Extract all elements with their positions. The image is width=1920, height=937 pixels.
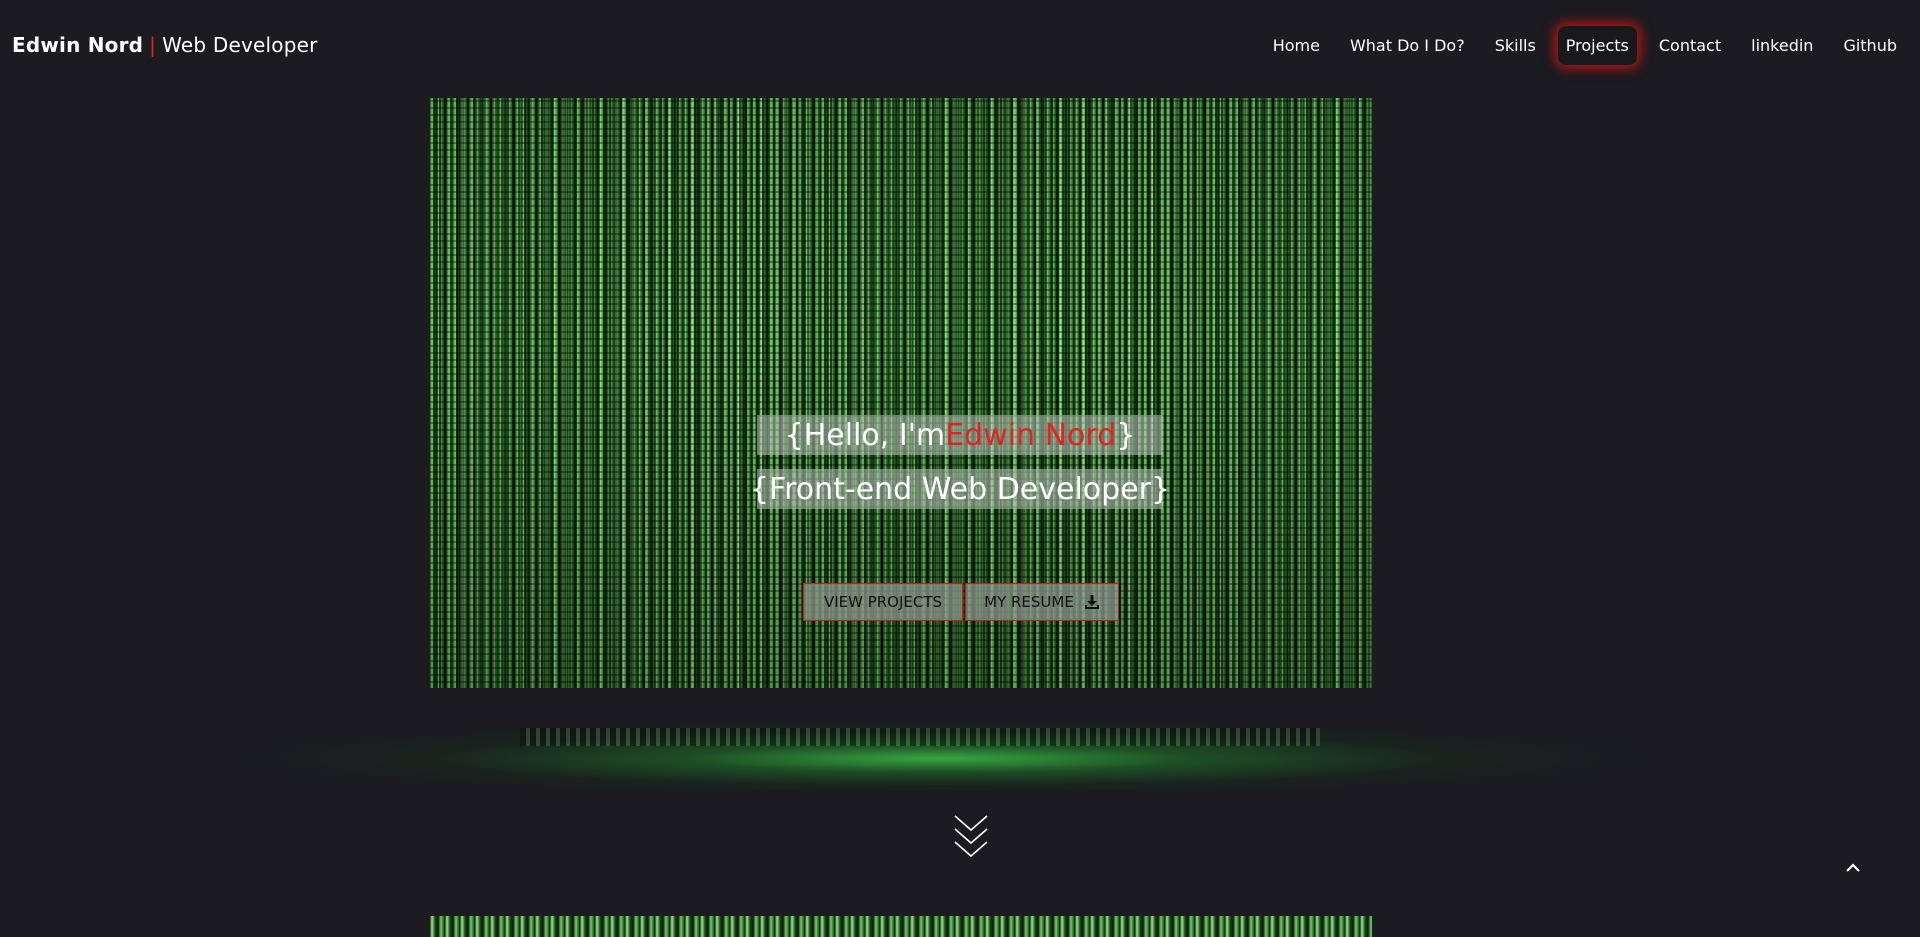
brand-name: Edwin Nord	[12, 33, 144, 57]
my-resume-label: MY RESUME	[984, 593, 1074, 611]
main-nav: Home What Do I Do? Skills Projects Conta…	[1258, 25, 1912, 65]
my-resume-button[interactable]: MY RESUME	[965, 583, 1119, 621]
nav-item-contact[interactable]: Contact	[1651, 26, 1729, 65]
view-projects-button[interactable]: VIEW PROJECTS	[803, 583, 963, 621]
greeting-prefix: {Hello, I'm	[784, 417, 946, 453]
hero-subtitle: {Front-end Web Developer}	[750, 469, 1170, 509]
nav-item-home[interactable]: Home	[1265, 26, 1328, 65]
nav-item-skills[interactable]: Skills	[1487, 26, 1544, 65]
next-section-preview	[430, 916, 1372, 937]
laptop-keyboard	[520, 728, 1320, 746]
greeting-name: Edwin Nord	[945, 417, 1117, 453]
brand-role: Web Developer	[162, 33, 318, 57]
nav-item-what-do-i-do[interactable]: What Do I Do?	[1342, 26, 1473, 65]
hero-buttons: VIEW PROJECTS MY RESUME	[803, 583, 1119, 621]
download-icon	[1084, 594, 1100, 610]
view-projects-label: VIEW PROJECTS	[823, 593, 943, 611]
hero-greeting: {Hello, I'm Edwin Nord}	[757, 415, 1163, 455]
nav-item-linkedin[interactable]: linkedin	[1743, 26, 1821, 65]
navbar: Edwin Nord | Web Developer Home What Do …	[0, 0, 1920, 90]
double-chevron-down-icon[interactable]	[952, 812, 990, 866]
chevron-up-icon[interactable]	[1841, 858, 1865, 882]
greeting-suffix: }	[1116, 417, 1136, 453]
brand-separator: |	[149, 33, 157, 57]
nav-item-github[interactable]: Github	[1835, 26, 1905, 65]
brand-logo[interactable]: Edwin Nord | Web Developer	[12, 33, 318, 57]
nav-item-projects[interactable]: Projects	[1557, 25, 1637, 65]
